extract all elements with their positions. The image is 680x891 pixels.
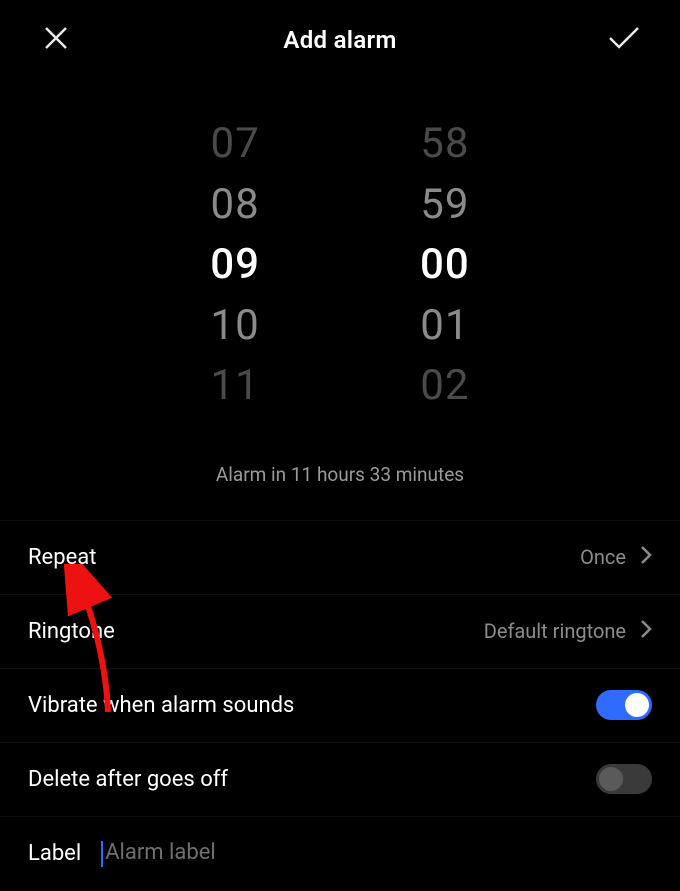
- confirm-button[interactable]: [606, 22, 642, 58]
- delete-after-toggle[interactable]: [596, 764, 652, 794]
- hour-option: 07: [211, 118, 260, 171]
- ringtone-value: Default ringtone: [484, 619, 626, 643]
- delete-after-row: Delete after goes off: [0, 743, 680, 817]
- minute-option: 01: [420, 300, 469, 353]
- ringtone-label: Ringtone: [28, 619, 115, 644]
- minute-option: 58: [420, 118, 469, 171]
- check-icon: [607, 24, 641, 56]
- delete-after-label: Delete after goes off: [28, 767, 228, 792]
- hour-option: 08: [211, 179, 260, 232]
- hour-selected: 09: [210, 239, 260, 292]
- vibrate-toggle[interactable]: [596, 690, 652, 720]
- repeat-row[interactable]: Repeat Once: [0, 521, 680, 595]
- vibrate-label: Vibrate when alarm sounds: [28, 693, 294, 718]
- repeat-label: Repeat: [28, 545, 96, 570]
- hour-option: 11: [211, 360, 260, 413]
- alarm-countdown: Alarm in 11 hours 33 minutes: [0, 441, 680, 520]
- alarm-label-placeholder: Alarm label: [105, 840, 216, 865]
- chevron-right-icon: [640, 619, 652, 644]
- minute-option: 59: [420, 179, 469, 232]
- page-title: Add alarm: [283, 26, 396, 54]
- label-row: Label Alarm label: [0, 817, 680, 891]
- chevron-right-icon: [640, 545, 652, 570]
- hour-option: 10: [211, 300, 260, 353]
- alarm-label-input[interactable]: Alarm label: [101, 840, 216, 866]
- text-cursor: [101, 841, 103, 867]
- label-field-label: Label: [28, 841, 81, 866]
- header: Add alarm: [0, 0, 680, 70]
- ringtone-row[interactable]: Ringtone Default ringtone: [0, 595, 680, 669]
- time-picker: 07 08 09 10 11 58 59 00 01 02: [0, 70, 680, 441]
- hour-wheel[interactable]: 07 08 09 10 11: [210, 118, 260, 413]
- repeat-value: Once: [580, 545, 626, 569]
- minute-option: 02: [420, 360, 469, 413]
- minute-wheel[interactable]: 58 59 00 01 02: [420, 118, 470, 413]
- settings-list: Repeat Once Ringtone Default ringtone Vi…: [0, 520, 680, 891]
- minute-selected: 00: [420, 239, 470, 292]
- vibrate-row: Vibrate when alarm sounds: [0, 669, 680, 743]
- close-icon: [42, 24, 70, 56]
- close-button[interactable]: [38, 22, 74, 58]
